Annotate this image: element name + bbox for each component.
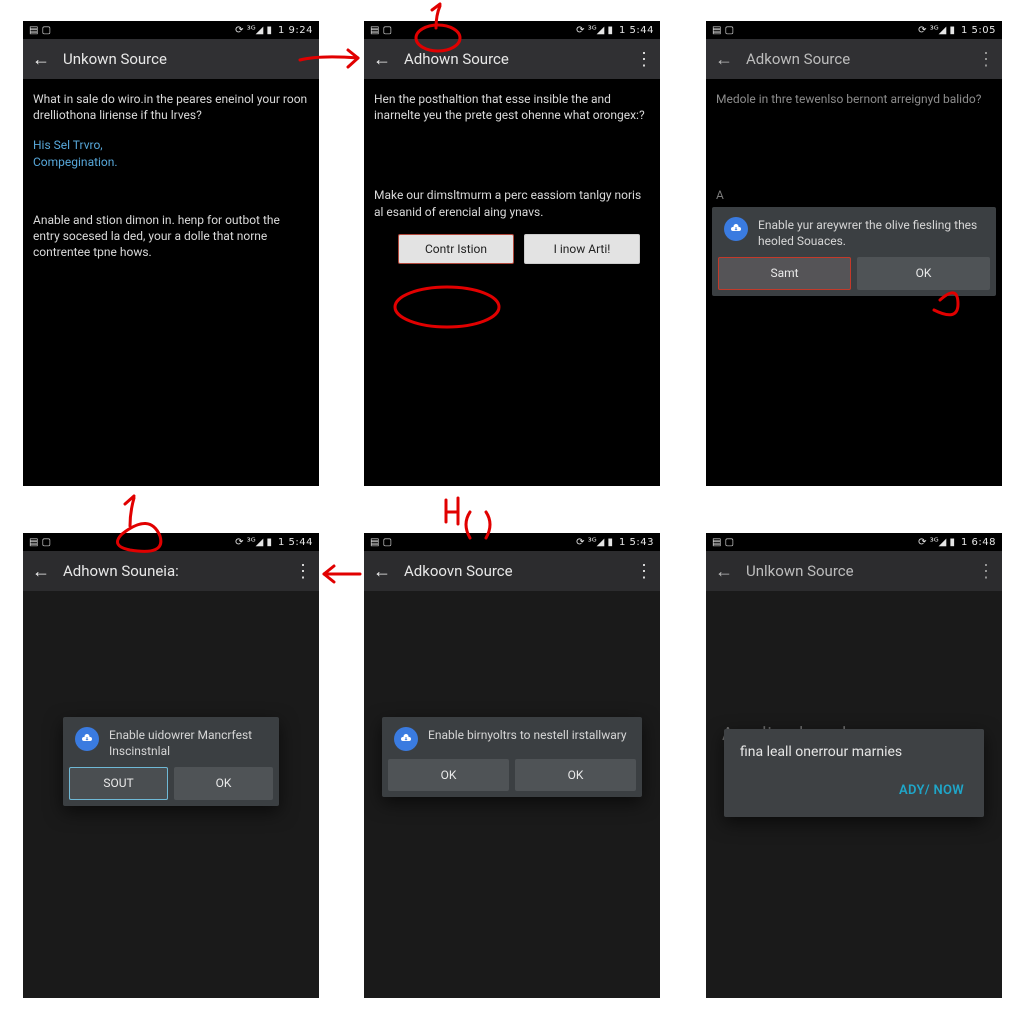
- appbar-title: Adhown Souneia:: [63, 562, 293, 580]
- download-icon: [394, 727, 418, 751]
- app-bar: ← Unlkown Source ⋮: [706, 551, 1002, 591]
- screenshot-4: ▤ ▢ ⟳ ³ᴳ◢ ▮ 1 5:44 ← Adhown Souneia: ⋮ E…: [23, 533, 319, 998]
- snackbar-dialog: fina leall onerrour marnies ADY/ NOW: [724, 729, 984, 817]
- para-2: Anable and stion dimon in. henp for outb…: [33, 212, 309, 261]
- app-bar: ← Unkown Source: [23, 39, 319, 79]
- status-clock: 1 5:43: [619, 537, 654, 548]
- content-area: Enable birnyoltrs to nestell irstallwary…: [364, 591, 660, 998]
- status-right-icons: ⟳ ³ᴳ◢ ▮ 1 5:05: [918, 25, 996, 36]
- content-area: Medole in thre tewenlso bernont arreigny…: [706, 79, 1002, 486]
- status-clock: 1 5:44: [278, 537, 313, 548]
- status-bar: ▤ ▢ ⟳ ³ᴳ◢ ▮ 1 6:48: [706, 533, 1002, 551]
- status-left-icons: ▤ ▢: [712, 537, 734, 548]
- confirm-dialog: Enable uidowrer Mancrfest Inscinstnlal S…: [63, 717, 279, 806]
- status-bar: ▤ ▢ ⟳ ³ᴳ◢ ▮ 1 5:05: [706, 21, 1002, 39]
- appbar-title: Adhown Source: [404, 50, 634, 68]
- dialog-ok-button[interactable]: OK: [857, 257, 990, 289]
- status-left-icons: ▤ ▢: [29, 537, 51, 548]
- screenshot-2: ▤ ▢ ⟳ ³ᴳ◢ ▮ 1 5:44 ← Adhown Source ⋮ Hen…: [364, 21, 660, 486]
- status-bar: ▤ ▢ ⟳ ³ᴳ◢ ▮ 1 5:44: [364, 21, 660, 39]
- content-area: Anedie sle ank fina leall onerrour marni…: [706, 591, 1002, 998]
- dialog-ok-button-1[interactable]: OK: [388, 759, 509, 791]
- dialog-action-button[interactable]: ADY/ NOW: [891, 776, 972, 806]
- overflow-menu-icon[interactable]: ⋮: [634, 561, 654, 582]
- link-2[interactable]: Compegination.: [33, 154, 309, 170]
- intro-text: Medole in thre tewenlso bernont arreigny…: [716, 91, 992, 107]
- screenshot-6: ▤ ▢ ⟳ ³ᴳ◢ ▮ 1 6:48 ← Unlkown Source ⋮ An…: [706, 533, 1002, 998]
- status-right-icons: ⟳ ³ᴳ◢ ▮ 1 5:44: [235, 537, 313, 548]
- dialog-message: Enable uidowrer Mancrfest Inscinstnlal: [109, 727, 267, 759]
- app-bar: ← Adhown Souneia: ⋮: [23, 551, 319, 591]
- intro-text: What in sale do wiro.in the peares enein…: [33, 91, 309, 123]
- screenshot-1: ▤ ▢ ⟳ ³ᴳ◢ ▮ 1 9:24 ← Unkown Source What …: [23, 21, 319, 486]
- back-icon[interactable]: ←: [29, 49, 53, 70]
- continue-button[interactable]: Contr Istion: [398, 234, 514, 264]
- button-row: Contr Istion I inow Arti!: [374, 234, 650, 264]
- status-clock: 1 5:05: [961, 25, 996, 36]
- appbar-title: Adkoovn Source: [404, 562, 634, 580]
- back-icon[interactable]: ←: [29, 561, 53, 582]
- back-icon[interactable]: ←: [712, 561, 736, 582]
- app-bar: ← Adhown Source ⋮: [364, 39, 660, 79]
- dialog-message: Enable yur areywrer the olive fiesling t…: [758, 217, 984, 249]
- status-right-icons: ⟳ ³ᴳ◢ ▮ 1 5:43: [576, 537, 654, 548]
- overflow-menu-icon[interactable]: ⋮: [634, 49, 654, 70]
- status-clock: 1 6:48: [961, 537, 996, 548]
- dialog-cancel-button[interactable]: Samt: [718, 257, 851, 289]
- screenshot-3: ▤ ▢ ⟳ ³ᴳ◢ ▮ 1 5:05 ← Adkown Source ⋮ Med…: [706, 21, 1002, 486]
- appbar-title: Adkown Source: [746, 50, 976, 68]
- status-bar: ▤ ▢ ⟳ ³ᴳ◢ ▮ 1 5:43: [364, 533, 660, 551]
- status-right-icons: ⟳ ³ᴳ◢ ▮ 1 5:44: [576, 25, 654, 36]
- side-label-a: A: [716, 187, 992, 203]
- appbar-title: Unlkown Source: [746, 562, 976, 580]
- back-icon[interactable]: ←: [370, 561, 394, 582]
- dialog-message: Enable birnyoltrs to nestell irstallwary: [428, 727, 627, 743]
- acknowledge-button[interactable]: I inow Arti!: [524, 234, 640, 264]
- link-1[interactable]: His Sel Trvro,: [33, 137, 309, 153]
- content-area: What in sale do wiro.in the peares enein…: [23, 79, 319, 486]
- overflow-menu-icon[interactable]: ⋮: [293, 561, 313, 582]
- appbar-title: Unkown Source: [63, 50, 313, 68]
- status-left-icons: ▤ ▢: [712, 25, 734, 36]
- status-right-icons: ⟳ ³ᴳ◢ ▮ 1 9:24: [235, 25, 313, 36]
- screenshot-5: ▤ ▢ ⟳ ³ᴳ◢ ▮ 1 5:43 ← Adkoovn Source ⋮ En…: [364, 533, 660, 998]
- status-bar: ▤ ▢ ⟳ ³ᴳ◢ ▮ 1 5:44: [23, 533, 319, 551]
- status-bar: ▤ ▢ ⟳ ³ᴳ◢ ▮ 1 9:24: [23, 21, 319, 39]
- confirm-dialog: Enable birnyoltrs to nestell irstallwary…: [382, 717, 642, 797]
- confirm-dialog: Enable yur areywrer the olive fiesling t…: [712, 207, 996, 296]
- dialog-ok-button-2[interactable]: OK: [515, 759, 636, 791]
- download-icon: [75, 727, 99, 751]
- download-icon: [724, 217, 748, 241]
- status-right-icons: ⟳ ³ᴳ◢ ▮ 1 6:48: [918, 537, 996, 548]
- back-icon[interactable]: ←: [370, 49, 394, 70]
- dialog-cancel-button[interactable]: SOUT: [69, 767, 168, 799]
- status-left-icons: ▤ ▢: [370, 25, 392, 36]
- overflow-menu-icon[interactable]: ⋮: [976, 49, 996, 70]
- status-clock: 1 9:24: [278, 25, 313, 36]
- dialog-message: fina leall onerrour marnies: [724, 729, 984, 768]
- dialog-ok-button[interactable]: OK: [174, 767, 273, 799]
- status-clock: 1 5:44: [619, 25, 654, 36]
- status-left-icons: ▤ ▢: [370, 537, 392, 548]
- app-bar: ← Adkown Source ⋮: [706, 39, 1002, 79]
- overflow-menu-icon[interactable]: ⋮: [976, 561, 996, 582]
- intro-text: Hen the posthaltion that esse insible th…: [374, 91, 650, 123]
- back-icon[interactable]: ←: [712, 49, 736, 70]
- content-area: Hen the posthaltion that esse insible th…: [364, 79, 660, 486]
- content-area: Enable uidowrer Mancrfest Inscinstnlal S…: [23, 591, 319, 998]
- instruction-text: Make our dimsltmurm a perc eassiom tanlg…: [374, 187, 650, 219]
- app-bar: ← Adkoovn Source ⋮: [364, 551, 660, 591]
- status-left-icons: ▤ ▢: [29, 25, 51, 36]
